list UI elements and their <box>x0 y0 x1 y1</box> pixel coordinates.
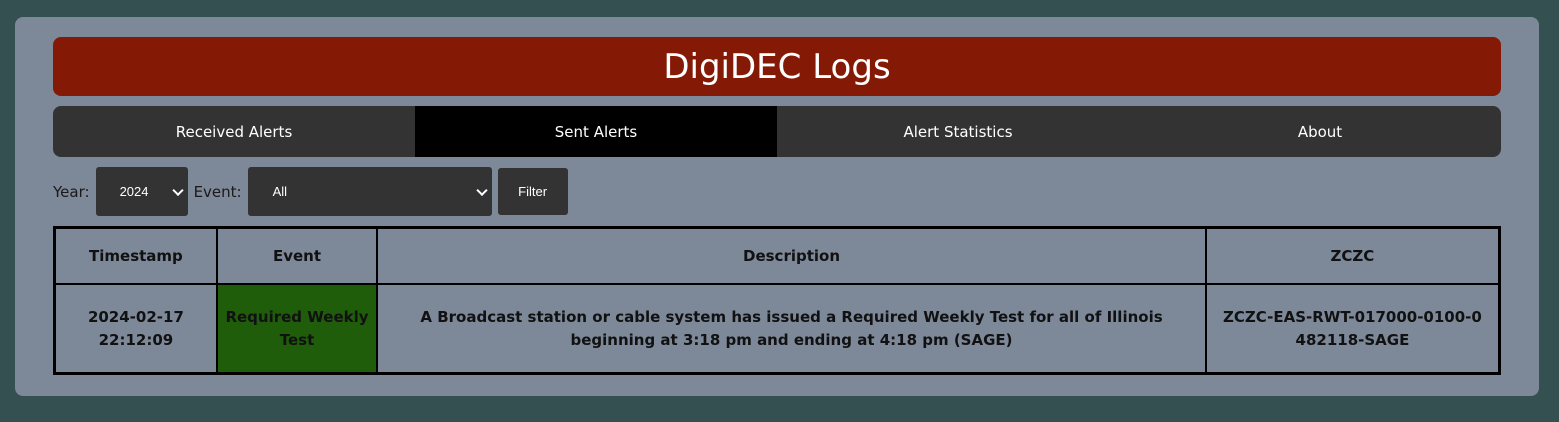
nav-item-received-alerts[interactable]: Received Alerts <box>53 106 415 157</box>
filter-bar: Year: 2024 Event: All Filter <box>53 167 568 216</box>
event-cell: Required Weekly Test <box>215 283 379 375</box>
chevron-down-icon <box>475 184 488 196</box>
alerts-table: Timestamp Event Description ZCZC 2024-02… <box>53 226 1501 375</box>
nav-item-sent-alerts[interactable]: Sent Alerts <box>415 106 777 157</box>
main-panel: DigiDEC Logs Received Alerts Sent Alerts… <box>15 17 1539 396</box>
chevron-down-icon <box>171 184 184 196</box>
year-select[interactable]: 2024 <box>95 167 188 216</box>
zczc-cell: ZCZC-EAS-RWT-017000-0100-0482118-SAGE <box>1204 283 1501 375</box>
table-row: 2024-02-17 22:12:09 Required Weekly Test… <box>53 283 1501 375</box>
year-label: Year: <box>53 182 90 201</box>
nav-item-about[interactable]: About <box>1139 106 1501 157</box>
column-header-timestamp: Timestamp <box>53 226 218 285</box>
filter-button[interactable]: Filter <box>497 168 568 215</box>
column-header-event: Event <box>215 226 379 285</box>
description-cell: A Broadcast station or cable system has … <box>376 283 1207 375</box>
nav-item-alert-statistics[interactable]: Alert Statistics <box>777 106 1139 157</box>
page-title: DigiDEC Logs <box>53 37 1501 96</box>
event-select-value: All <box>272 184 288 199</box>
event-label: Event: <box>193 182 242 201</box>
nav-bar: Received Alerts Sent Alerts Alert Statis… <box>53 106 1501 157</box>
timestamp-cell: 2024-02-17 22:12:09 <box>53 283 218 375</box>
column-header-description: Description <box>376 226 1207 285</box>
table-header-row: Timestamp Event Description ZCZC <box>53 226 1501 285</box>
year-select-value: 2024 <box>119 184 149 199</box>
column-header-zczc: ZCZC <box>1204 226 1501 285</box>
event-select[interactable]: All <box>247 167 492 216</box>
